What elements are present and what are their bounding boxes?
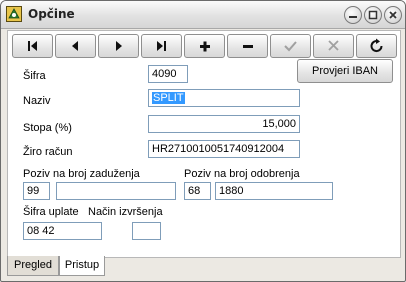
tab-pregled[interactable]: Pregled	[7, 256, 59, 276]
poziv-odobrenja-number-field[interactable]: 1880	[215, 182, 333, 200]
sifra-field[interactable]: 4090	[148, 65, 188, 83]
refresh-button[interactable]	[356, 34, 397, 58]
minimize-button[interactable]	[344, 6, 362, 24]
app-window: Opčine Provjeri IBAN Šifra 4090 Naziv SP…	[0, 0, 406, 282]
ziro-racun-field[interactable]: HR2710010051740912004	[148, 140, 300, 158]
close-icon	[389, 11, 397, 19]
sifra-label: Šifra	[23, 70, 46, 82]
ziro-racun-label: Žiro račun	[23, 146, 73, 158]
naziv-label: Naziv	[23, 95, 51, 107]
poziv-zaduzenja-model-field[interactable]: 99	[23, 182, 50, 200]
window-title: Opčine	[28, 7, 75, 21]
previous-record-icon	[72, 41, 78, 51]
delete-button[interactable]	[227, 34, 268, 58]
stopa-label: Stopa (%)	[23, 122, 72, 134]
minimize-icon	[349, 16, 357, 18]
nacin-izvrsenja-label: Način izvršenja	[88, 206, 163, 218]
add-button[interactable]	[184, 34, 225, 58]
add-icon	[200, 41, 210, 52]
cancel-icon	[328, 40, 339, 51]
first-record-icon	[28, 41, 37, 51]
nacin-izvrsenja-field[interactable]	[132, 222, 161, 240]
naziv-value: SPLIT	[152, 92, 185, 104]
refresh-icon	[370, 38, 383, 53]
cancel-button[interactable]	[313, 34, 354, 58]
poziv-odobrenja-model-field[interactable]: 68	[184, 182, 211, 200]
last-record-button[interactable]	[141, 34, 182, 58]
sifra-uplate-label: Šifra uplate	[23, 206, 79, 218]
tab-pristup[interactable]: Pristup	[59, 256, 105, 276]
next-record-icon	[116, 41, 122, 51]
poziv-zaduzenja-number-field[interactable]	[56, 182, 176, 200]
check-iban-button[interactable]: Provjeri IBAN	[297, 59, 393, 83]
maximize-button[interactable]	[364, 6, 382, 24]
naziv-field[interactable]: SPLIT	[148, 89, 300, 107]
poziv-odobrenja-label: Poziv na broj odobrenja	[184, 168, 300, 180]
last-record-icon	[157, 41, 166, 51]
first-record-button[interactable]	[12, 34, 53, 58]
poziv-zaduzenja-label: Poziv na broj zaduženja	[23, 168, 140, 180]
app-icon	[6, 6, 22, 22]
confirm-icon	[284, 41, 297, 52]
confirm-button[interactable]	[270, 34, 311, 58]
maximize-icon	[368, 10, 378, 20]
navigation-toolbar	[12, 34, 397, 58]
next-record-button[interactable]	[98, 34, 139, 58]
stopa-field[interactable]: 15,000	[148, 115, 300, 133]
previous-record-button[interactable]	[55, 34, 96, 58]
close-button[interactable]	[384, 6, 402, 24]
delete-icon	[243, 45, 253, 48]
sifra-uplate-field[interactable]: 08 42	[23, 222, 102, 240]
title-bar: Opčine	[1, 1, 405, 29]
